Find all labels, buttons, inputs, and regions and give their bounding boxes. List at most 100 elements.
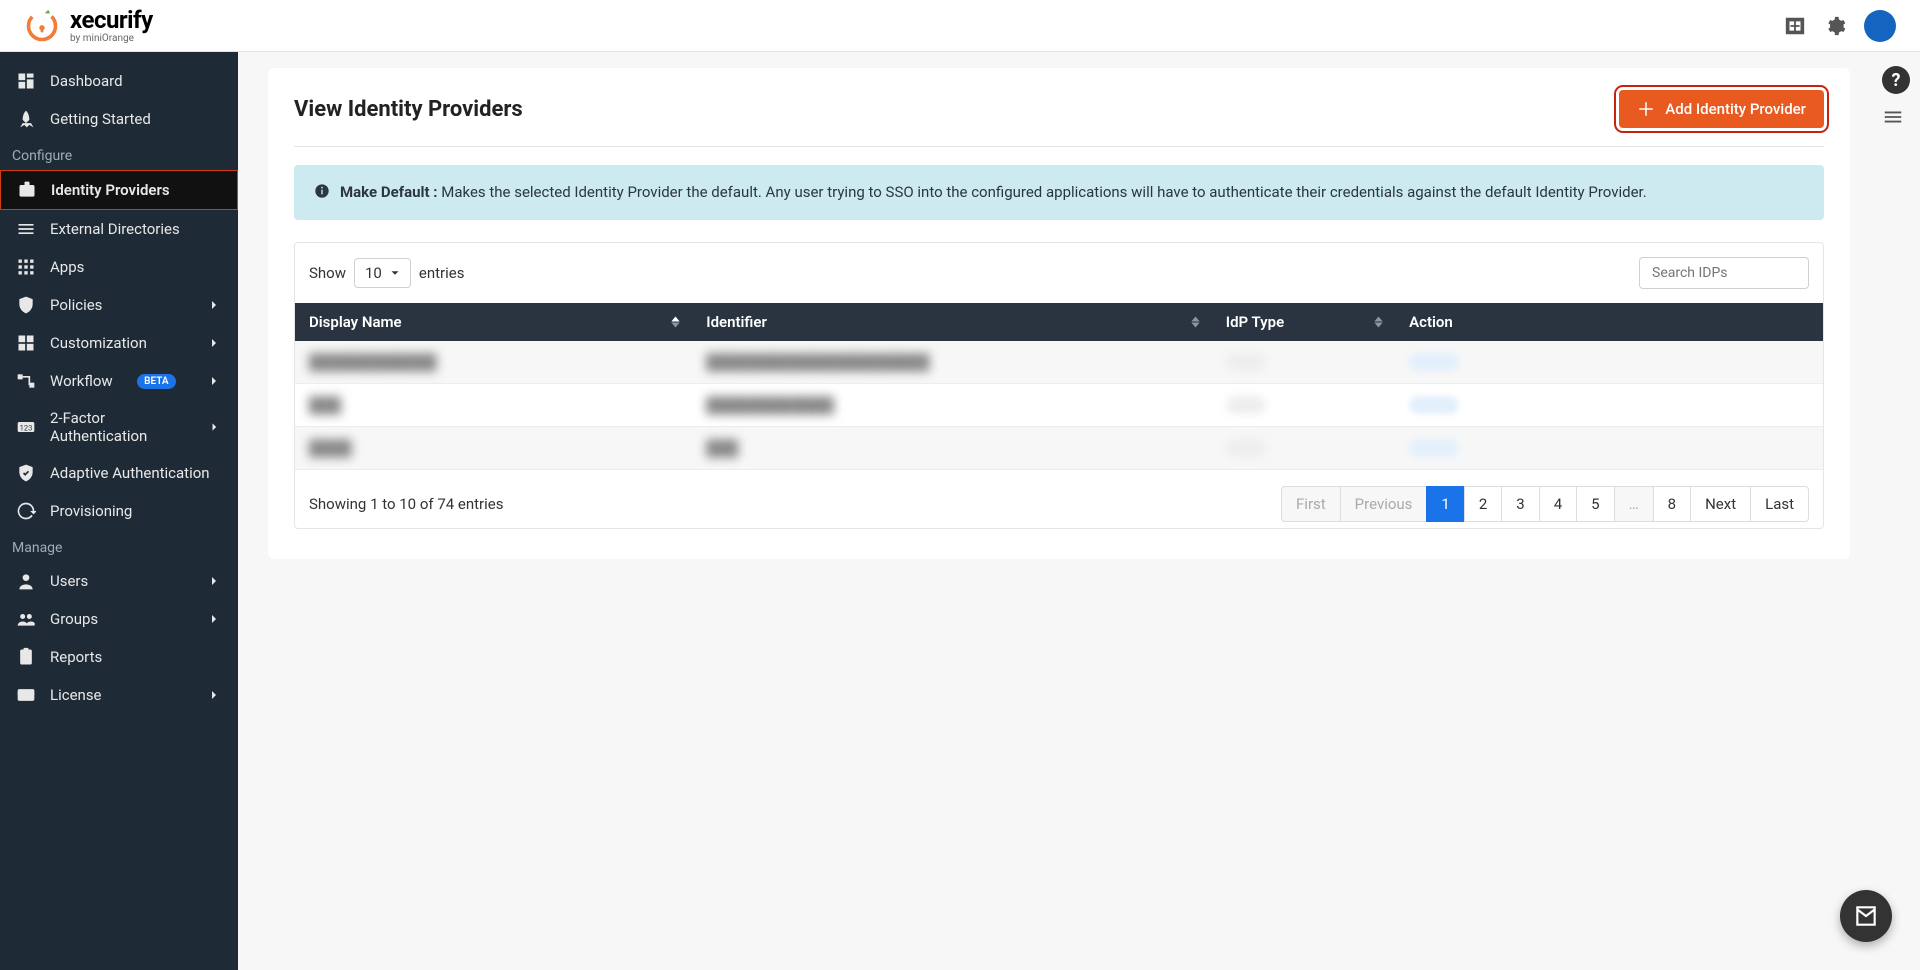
logo[interactable]: xecurify by miniOrange [24, 8, 153, 44]
sidebar-item-label: Workflow [50, 372, 113, 390]
sidebar-item-label: Identity Providers [51, 181, 170, 199]
sync-icon [16, 501, 36, 521]
cell-idp-type [1212, 341, 1395, 384]
page-btn-5[interactable]: 5 [1576, 486, 1614, 522]
menu-icon[interactable] [1882, 106, 1904, 128]
user-icon [16, 571, 36, 591]
chevron-right-icon [206, 373, 222, 389]
sidebar-item-label: Dashboard [50, 72, 123, 90]
plus-icon [1637, 100, 1655, 118]
chat-fab[interactable] [1840, 890, 1892, 942]
idp-table: Display Name Identifier IdP Type [295, 303, 1823, 470]
workflow-icon [16, 371, 36, 391]
search-input[interactable] [1639, 257, 1809, 289]
card-icon [16, 685, 36, 705]
sidebar-item-label: Apps [50, 258, 84, 276]
sidebar-item-adaptive-auth[interactable]: Adaptive Authentication [0, 454, 238, 492]
col-identifier[interactable]: Identifier [692, 303, 1212, 341]
sidebar-item-license[interactable]: License [0, 676, 238, 714]
cell-action[interactable] [1395, 426, 1823, 469]
cell-display-name: ███ [295, 383, 692, 426]
content-area: ? View Identity Providers Add Identity P… [238, 52, 1920, 970]
sidebar-item-policies[interactable]: Policies [0, 286, 238, 324]
sidebar-item-label: Adaptive Authentication [50, 464, 210, 482]
cell-idp-type [1212, 426, 1395, 469]
entries-label: entries [419, 264, 465, 282]
chevron-right-icon [206, 297, 222, 313]
chevron-right-icon [206, 335, 222, 351]
add-identity-provider-button[interactable]: Add Identity Provider [1619, 90, 1824, 128]
help-button[interactable]: ? [1882, 66, 1910, 94]
beta-badge: BETA [137, 374, 175, 389]
button-label: Add Identity Provider [1665, 100, 1806, 118]
rocket-icon [16, 109, 36, 129]
grid-icon [16, 257, 36, 277]
sidebar-item-label: License [50, 686, 102, 704]
page-btn-1[interactable]: 1 [1426, 486, 1464, 522]
sidebar-item-reports[interactable]: Reports [0, 638, 238, 676]
chevron-right-icon [207, 419, 222, 435]
avatar[interactable] [1864, 10, 1896, 42]
pagination: FirstPrevious12345…8NextLast [1282, 486, 1809, 522]
sidebar-item-groups[interactable]: Groups [0, 600, 238, 638]
entries-select[interactable]: 10 [354, 258, 411, 288]
chevron-right-icon [206, 611, 222, 627]
sidebar-item-label: Provisioning [50, 502, 132, 520]
sidebar-item-workflow[interactable]: Workflow BETA [0, 362, 238, 400]
table-row[interactable]: ███████ [295, 426, 1823, 469]
sidebar-item-label: Customization [50, 334, 147, 352]
sidebar-item-users[interactable]: Users [0, 562, 238, 600]
sidebar-item-2fa[interactable]: 123 2-Factor Authentication [0, 400, 238, 454]
sidebar-item-label: Users [50, 572, 88, 590]
page-btn-2[interactable]: 2 [1464, 486, 1502, 522]
2fa-icon: 123 [16, 417, 36, 437]
cell-action[interactable] [1395, 383, 1823, 426]
sidebar-item-getting-started[interactable]: Getting Started [0, 100, 238, 138]
sidebar-item-customization[interactable]: Customization [0, 324, 238, 362]
sidebar-item-dashboard[interactable]: Dashboard [0, 62, 238, 100]
show-entries: Show 10 entries [309, 258, 464, 288]
chevron-right-icon [206, 687, 222, 703]
table-row[interactable]: █████████████████████████████████ [295, 341, 1823, 384]
logo-main-text: xecurify [70, 8, 153, 32]
docs-icon[interactable] [1784, 15, 1806, 37]
page-btn-4[interactable]: 4 [1539, 486, 1577, 522]
page-btn-3[interactable]: 3 [1501, 486, 1539, 522]
clipboard-icon [16, 647, 36, 667]
page-btn-next[interactable]: Next [1690, 486, 1751, 522]
mail-icon [1853, 903, 1879, 929]
alert-bold: Make Default : [340, 183, 438, 201]
cell-identifier: ███ [692, 426, 1212, 469]
gear-icon[interactable] [1824, 15, 1846, 37]
app-header: xecurify by miniOrange [0, 0, 1920, 52]
entries-info: Showing 1 to 10 of 74 entries [309, 495, 503, 513]
entries-value: 10 [365, 264, 382, 282]
table-card: Show 10 entries Display Name [294, 242, 1824, 529]
cell-identifier: ████████████ [692, 383, 1212, 426]
sidebar-section-configure: Configure [0, 138, 238, 170]
col-display-name[interactable]: Display Name [295, 303, 692, 341]
sidebar-item-label: Policies [50, 296, 102, 314]
cell-identifier: █████████████████████ [692, 341, 1212, 384]
sidebar-item-identity-providers[interactable]: Identity Providers [0, 170, 238, 210]
table-row[interactable]: ███████████████ [295, 383, 1823, 426]
col-action: Action [1395, 303, 1823, 341]
page-btn-8[interactable]: 8 [1653, 486, 1691, 522]
sidebar-item-external-directories[interactable]: External Directories [0, 210, 238, 248]
page-btn-first: First [1281, 486, 1341, 522]
col-idp-type[interactable]: IdP Type [1212, 303, 1395, 341]
show-label: Show [309, 264, 346, 282]
sidebar-item-label: Getting Started [50, 110, 151, 128]
dashboard-icon [16, 71, 36, 91]
sidebar-item-label: 2-Factor Authentication [50, 409, 193, 445]
header-actions [1784, 10, 1896, 42]
logo-sub-text: by miniOrange [70, 34, 153, 44]
sidebar-item-provisioning[interactable]: Provisioning [0, 492, 238, 530]
sidebar-item-apps[interactable]: Apps [0, 248, 238, 286]
sidebar: Dashboard Getting Started Configure Iden… [0, 52, 238, 970]
cell-action[interactable] [1395, 341, 1823, 384]
chevron-right-icon [206, 573, 222, 589]
logo-icon [24, 8, 60, 44]
page-btn-last[interactable]: Last [1750, 486, 1809, 522]
alert-text: Makes the selected Identity Provider the… [441, 183, 1646, 201]
